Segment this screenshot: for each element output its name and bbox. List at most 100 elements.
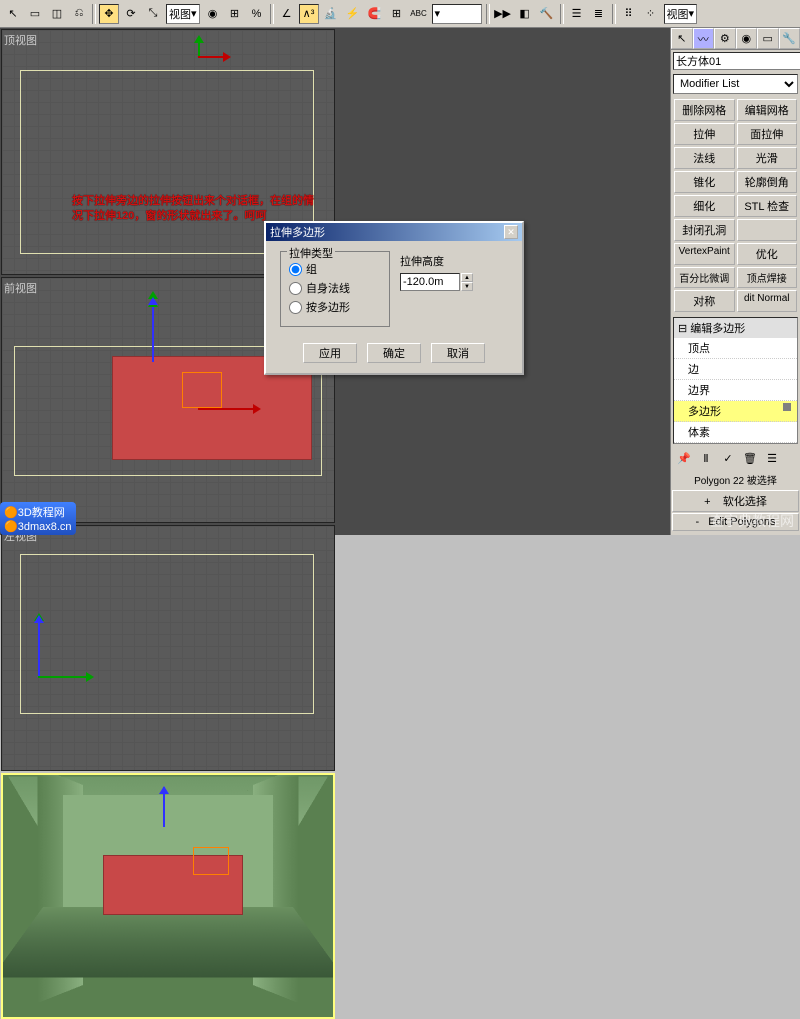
taper-button[interactable]: 锥化 bbox=[674, 171, 735, 193]
axis-x-icon bbox=[198, 56, 228, 58]
edit-normal-button[interactable]: dit Normal bbox=[737, 290, 798, 312]
delete-mesh-button[interactable]: 删除网格 bbox=[674, 99, 735, 121]
axis-y-icon bbox=[38, 676, 88, 678]
cap-holes-button[interactable]: 封闭孔洞 bbox=[674, 219, 735, 241]
subobj-element[interactable]: 体素 bbox=[674, 422, 797, 443]
stack-item-label: 编辑多边形 bbox=[690, 323, 745, 335]
edit-mesh-button[interactable]: 编辑网格 bbox=[737, 99, 798, 121]
list-icon[interactable]: ☰ bbox=[567, 4, 587, 24]
bolt-icon[interactable]: ⚡ bbox=[343, 4, 363, 24]
dots-icon[interactable]: ⁘ bbox=[641, 4, 661, 24]
height-spinner[interactable]: ▲ ▼ bbox=[400, 273, 473, 291]
gizmo-box bbox=[182, 372, 222, 408]
micro-icon[interactable]: 🔬 bbox=[321, 4, 341, 24]
subobj-polygon[interactable]: 多边形 bbox=[674, 401, 797, 422]
colors-icon[interactable]: ⠿ bbox=[619, 4, 639, 24]
remove-mod-icon[interactable]: 🗑 bbox=[740, 448, 760, 468]
wire-box bbox=[20, 554, 314, 714]
show-end-icon[interactable]: Ⅱ bbox=[696, 448, 716, 468]
axis-z-icon bbox=[152, 302, 154, 362]
axis-z-icon bbox=[38, 616, 40, 676]
pin-stack-icon[interactable]: 📌 bbox=[674, 448, 694, 468]
vertex-weld-button[interactable]: 顶点焊接 bbox=[737, 267, 798, 288]
view-dropdown[interactable]: 视图 ▾ bbox=[166, 4, 200, 24]
axis-y-icon bbox=[198, 38, 200, 56]
modify-tab-icon[interactable]: 〰 bbox=[693, 28, 715, 49]
axis-x-icon bbox=[198, 408, 258, 410]
grid-icon[interactable]: ⊞ bbox=[387, 4, 407, 24]
gizmo-box bbox=[193, 847, 229, 875]
apply-button[interactable]: 应用 bbox=[303, 343, 357, 363]
subobj-vertex[interactable]: 顶点 bbox=[674, 338, 797, 359]
symmetry-button[interactable]: 对称 bbox=[674, 290, 735, 312]
main-toolbar: ↖ ▭ ◫ ⎌ ✥ ⟳ ⤡ 视图 ▾ ◉ ⊞ % ∠ ∧³ 🔬 ⚡ 🧲 ⊞ AB… bbox=[0, 0, 800, 28]
window-icon[interactable]: ◫ bbox=[47, 4, 67, 24]
modifier-list-dropdown[interactable]: Modifier List bbox=[673, 74, 798, 94]
dialog-title-text: 拉伸多边形 bbox=[270, 224, 325, 240]
a3-icon[interactable]: ∧³ bbox=[299, 4, 319, 24]
spin-down-icon[interactable]: ▼ bbox=[461, 282, 473, 291]
tessellate-button[interactable]: 细化 bbox=[674, 195, 735, 217]
normal-button[interactable]: 法线 bbox=[674, 147, 735, 169]
view-dropdown-2[interactable]: 视图 ▾ bbox=[664, 4, 698, 24]
vertex-paint-button[interactable]: VertexPaint bbox=[674, 243, 735, 265]
percent-button[interactable]: 百分比微调 bbox=[674, 267, 735, 288]
height-label: 拉伸高度 bbox=[400, 253, 473, 269]
axis-y-head bbox=[86, 672, 99, 682]
command-panel: ↖ 〰 ⚙ ◉ ▭ 🔧 Modifier List 删除网格编辑网格 拉伸面拉伸… bbox=[670, 28, 800, 535]
angle-icon[interactable]: ∠ bbox=[277, 4, 297, 24]
scale-icon[interactable]: ⤡ bbox=[143, 4, 163, 24]
move-icon[interactable]: ✥ bbox=[99, 4, 119, 24]
magnet-icon[interactable]: 🧲 bbox=[365, 4, 385, 24]
spin-up-icon[interactable]: ▲ bbox=[461, 273, 473, 282]
stl-check-button[interactable]: STL 检查 bbox=[737, 195, 798, 217]
dialog-titlebar[interactable]: 拉伸多边形 ✕ bbox=[266, 223, 522, 241]
viewport-perspective[interactable] bbox=[1, 773, 335, 1019]
ok-button[interactable]: 确定 bbox=[367, 343, 421, 363]
modifier-stack[interactable]: ⊟ 编辑多边形 顶点 边 边界 多边形 体素 bbox=[673, 317, 798, 444]
radio-group[interactable]: 组 bbox=[289, 261, 381, 277]
height-input[interactable] bbox=[400, 273, 460, 291]
eraser-icon[interactable]: ◧ bbox=[515, 4, 535, 24]
face-extrude-button[interactable]: 面拉伸 bbox=[737, 123, 798, 145]
snap2-icon[interactable]: ⊞ bbox=[225, 4, 245, 24]
snap-icon[interactable]: ◉ bbox=[203, 4, 223, 24]
perspective-scene bbox=[3, 775, 333, 1017]
site-watermark: 查字典教程网 bbox=[710, 511, 794, 531]
link-icon[interactable]: ⎌ bbox=[69, 4, 89, 24]
viewport-area: 顶视图 前视图 左视图 bbox=[0, 28, 670, 535]
utility-tab-icon[interactable]: 🔧 bbox=[779, 28, 800, 49]
object-name-input[interactable] bbox=[673, 52, 800, 70]
subobj-edge[interactable]: 边 bbox=[674, 359, 797, 380]
marquee-icon[interactable]: ▭ bbox=[25, 4, 45, 24]
extrude-button[interactable]: 拉伸 bbox=[674, 123, 735, 145]
display-tab-icon[interactable]: ▭ bbox=[757, 28, 779, 49]
soft-selection-rollout[interactable]: + 软化选择 bbox=[672, 490, 799, 512]
blank-dropdown[interactable]: ▾ bbox=[432, 4, 482, 24]
smooth-button[interactable]: 光滑 bbox=[737, 147, 798, 169]
close-icon[interactable]: ✕ bbox=[504, 225, 518, 239]
motion-tab-icon[interactable]: ◉ bbox=[736, 28, 758, 49]
layers-icon[interactable]: ≣ bbox=[589, 4, 609, 24]
viewport-left[interactable]: 左视图 bbox=[1, 525, 335, 771]
hammer-icon[interactable]: 🔨 bbox=[537, 4, 557, 24]
cancel-button[interactable]: 取消 bbox=[431, 343, 485, 363]
axis-z-head bbox=[148, 292, 158, 305]
abc-icon[interactable]: ABC bbox=[409, 4, 429, 24]
unique-icon[interactable]: ✓ bbox=[718, 448, 738, 468]
play-icon[interactable]: ▶▶ bbox=[493, 4, 513, 24]
optimize-button[interactable]: 优化 bbox=[737, 243, 798, 265]
config-icon[interactable]: ☰ bbox=[762, 448, 782, 468]
chamfer-button[interactable]: 轮廓倒角 bbox=[737, 171, 798, 193]
percent-icon[interactable]: % bbox=[247, 4, 267, 24]
arrow-icon[interactable]: ↖ bbox=[3, 4, 23, 24]
selection-status: Polygon 22 被选择 bbox=[671, 470, 800, 489]
logo-watermark: 🟠3D教程网 🟠3dmax8.cn bbox=[0, 502, 76, 535]
radio-by-poly[interactable]: 按多边形 bbox=[289, 299, 381, 315]
rotate-icon[interactable]: ⟳ bbox=[121, 4, 141, 24]
subobj-border[interactable]: 边界 bbox=[674, 380, 797, 401]
radio-local-normal[interactable]: 自身法线 bbox=[289, 280, 381, 296]
viewport-label: 前视图 bbox=[4, 280, 37, 296]
create-tab-icon[interactable]: ↖ bbox=[671, 28, 693, 49]
hierarchy-tab-icon[interactable]: ⚙ bbox=[714, 28, 736, 49]
